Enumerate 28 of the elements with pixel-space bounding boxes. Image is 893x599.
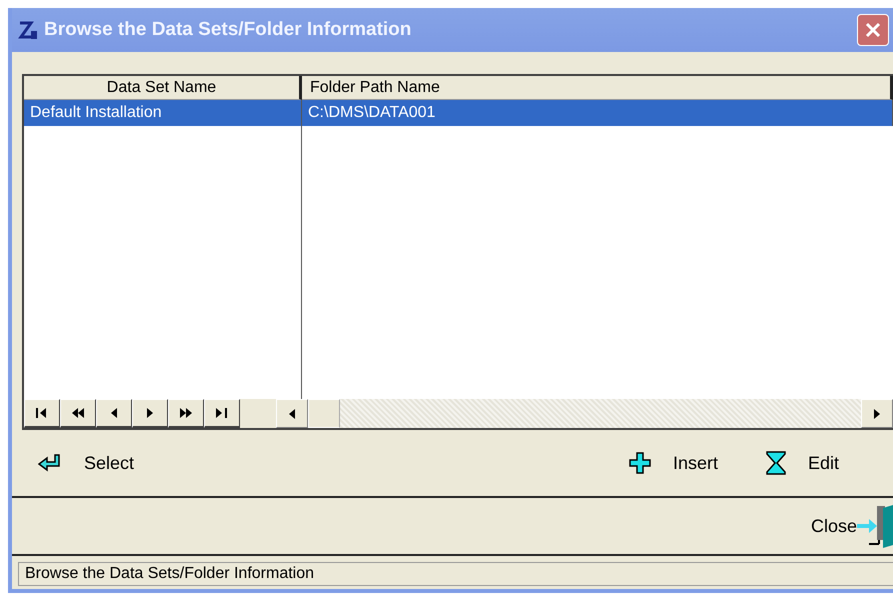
plus-icon xyxy=(628,452,651,474)
nav-arrow-icon xyxy=(215,408,229,418)
edit-button[interactable]: Edit xyxy=(762,447,843,479)
nav-arrow-icon xyxy=(71,408,85,418)
app-logo-icon xyxy=(18,19,38,41)
left-arrow-icon xyxy=(289,408,295,418)
window-title: Browse the Data Sets/Folder Information xyxy=(44,19,412,41)
status-bar: Browse the Data Sets/Folder Information xyxy=(18,562,893,586)
hourglass-icon xyxy=(766,451,786,475)
scroll-right-button[interactable] xyxy=(861,399,893,428)
navigator-button[interactable] xyxy=(204,399,240,428)
right-arrow-icon xyxy=(874,408,880,418)
navigator-button[interactable] xyxy=(24,399,60,428)
close-button[interactable]: Close xyxy=(810,504,893,548)
scroll-left-button[interactable] xyxy=(276,399,308,428)
navigator-button[interactable] xyxy=(132,399,168,428)
scrollbar-thumb[interactable] xyxy=(308,399,340,428)
nav-arrow-icon xyxy=(35,408,49,418)
return-arrow-icon xyxy=(38,454,62,472)
table-cell[interactable]: C:\DMS\DATA001 xyxy=(302,100,893,126)
navigator-button[interactable] xyxy=(60,399,96,428)
navigator-button[interactable] xyxy=(168,399,204,428)
nav-arrow-icon xyxy=(179,408,193,418)
table-cell[interactable]: Default Installation xyxy=(24,100,302,126)
navigator-button[interactable] xyxy=(96,399,132,428)
close-icon[interactable] xyxy=(857,14,889,46)
insert-button[interactable]: Insert xyxy=(624,448,722,478)
select-button[interactable]: Select xyxy=(34,448,138,478)
